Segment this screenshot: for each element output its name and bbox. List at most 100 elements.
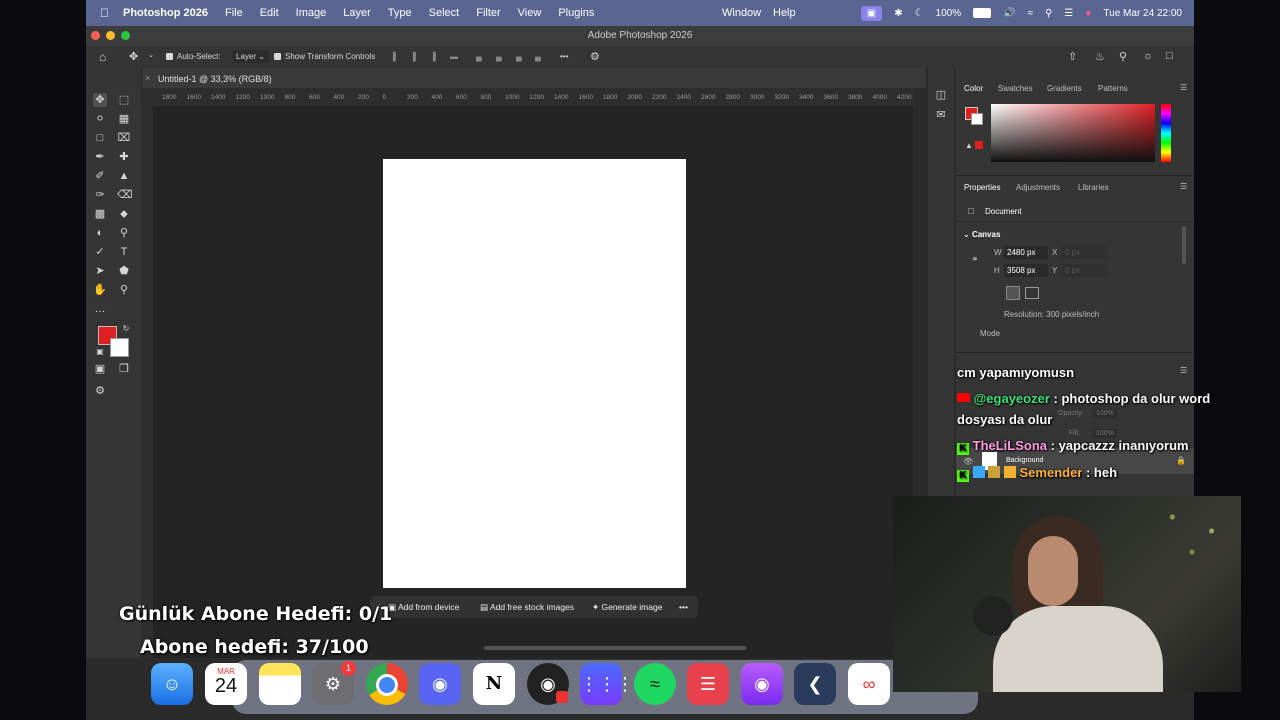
align-left-icon[interactable]: ▐ [390,52,396,61]
menu-plugins[interactable]: Plugins [558,7,594,19]
distribute-icon[interactable]: ▬ [450,52,458,61]
y-field[interactable]: 0 px [1062,264,1106,277]
edit-toolbar-icon[interactable]: … [93,302,107,316]
default-colors-icon[interactable]: ▣ [93,345,107,359]
add-stock-images-button[interactable]: ▤ Add free stock images [480,602,574,613]
notifications-bell-icon[interactable]: ♨ [1095,50,1105,63]
panel-menu-icon[interactable]: ☰ [1180,182,1187,191]
shape-tool-icon[interactable]: ⬟ [117,264,131,278]
close-document-icon[interactable]: × [145,73,150,83]
document-canvas[interactable] [383,159,686,588]
background-color-swatch[interactable] [110,338,129,357]
tab-properties[interactable]: Properties [964,183,1000,192]
notion-icon[interactable]: N [473,663,515,705]
chrome-icon[interactable] [366,663,408,705]
tab-libraries[interactable]: Libraries [1078,183,1109,192]
quick-mask-icon[interactable]: ▣ [93,362,107,376]
siri-icon[interactable]: ● [1085,8,1091,19]
blur-tool-icon[interactable]: ⬥ [117,207,131,221]
document-tab[interactable]: Untitled-1 @ 33,3% (RGB/8) [158,74,272,84]
align-bottom-icon[interactable]: ▄ [516,52,522,61]
menu-select[interactable]: Select [429,7,460,19]
tab-patterns[interactable]: Patterns [1098,84,1128,93]
discord-icon[interactable]: ◉ [419,663,461,705]
history-brush-tool-icon[interactable]: ✑ [93,188,107,202]
settings-gear-icon[interactable]: ⚙ [590,50,600,63]
healing-brush-tool-icon[interactable]: ✚ [117,150,131,164]
volume-icon[interactable]: 🔊 [1003,8,1015,19]
add-from-device-button[interactable]: ▣ Add from device [388,602,459,613]
horizontal-scrollbar[interactable] [484,646,746,650]
home-icon[interactable]: ⌂ [99,50,106,64]
history-panel-icon[interactable]: ◫ [934,88,948,102]
share-icon[interactable]: ⇧ [1068,50,1077,63]
menu-edit[interactable]: Edit [260,7,279,19]
infinity-app-icon[interactable]: ∞ [848,663,890,705]
layers-panel-menu-icon[interactable]: ☰ [1180,366,1187,375]
panel-menu-icon[interactable]: ☰ [1180,83,1187,92]
screen-recorder-icon[interactable]: ◉ [741,663,783,705]
menu-view[interactable]: View [518,7,542,19]
hand-tool-icon[interactable]: ✋ [93,283,107,297]
vscode-like-icon[interactable]: ❮ [794,663,836,705]
lasso-tool-icon[interactable]: ⚪ [93,112,107,126]
align-top-icon[interactable]: ▄ [476,52,482,61]
extras-icon[interactable]: ⚙ [93,384,107,398]
spotify-icon[interactable]: ≈ [634,663,676,705]
eyedropper-tool-icon[interactable]: ✒ [93,150,107,164]
screen-mode-icon[interactable]: ❐ [117,362,131,376]
swap-colors-icon[interactable]: ↻ [119,322,133,336]
tab-adjustments[interactable]: Adjustments [1016,183,1060,192]
tab-gradients[interactable]: Gradients [1047,84,1082,93]
discover-icon[interactable]: ☼ [1143,50,1153,62]
path-selection-tool-icon[interactable]: ➤ [93,264,107,278]
bitwarden-stack-icon[interactable]: ☰ [687,663,729,705]
type-tool-icon[interactable]: T [117,245,131,259]
portrait-orientation-icon[interactable] [1006,286,1020,300]
calendar-icon[interactable]: MAR 24 [205,663,247,705]
notes-icon[interactable] [259,663,301,705]
menu-help[interactable]: Help [773,7,796,19]
battery-icon[interactable] [973,8,992,18]
properties-scrollbar[interactable] [1182,226,1186,264]
menu-type[interactable]: Type [388,7,412,19]
crop-tool-icon[interactable]: □ [93,131,107,145]
width-field[interactable]: 2480 px [1004,246,1048,259]
gamut-swatch[interactable] [975,141,983,149]
object-select-tool-icon[interactable]: ▦ [117,112,131,126]
screen-mirror-icon[interactable]: ▣ [860,5,883,21]
align-middle-icon[interactable]: ▄ [496,52,502,61]
generate-image-button[interactable]: ✦ Generate image [592,602,662,613]
link-proportions-icon[interactable]: ⚭ [971,254,979,265]
more-options-button[interactable]: ••• [560,52,568,61]
auto-select-checkbox[interactable]: Auto-Select: [166,52,221,61]
menu-file[interactable]: File [225,7,243,19]
clone-stamp-tool-icon[interactable]: ▲ [117,169,131,183]
color-field[interactable] [991,104,1155,162]
marquee-tool-icon[interactable]: ⬚ [117,93,131,107]
move-tool-icon[interactable]: ✥ [93,93,107,107]
pen-path-tool-icon[interactable]: ✓ [93,245,107,259]
bluetooth-icon[interactable]: ✱ [894,8,902,19]
brush-tool-icon[interactable]: ✐ [93,169,107,183]
height-field[interactable]: 3508 px [1004,264,1048,277]
auto-select-dropdown[interactable]: Layer ⌄ [232,50,269,63]
apple-logo-icon[interactable]:  [100,6,109,20]
pen-tool-icon[interactable]: ⚲ [117,226,131,240]
fill-field[interactable]: 100% [1093,429,1117,438]
finder-icon[interactable]: ☺ [151,663,193,705]
opacity-field[interactable]: 100% [1093,409,1117,418]
menu-app-name[interactable]: Photoshop 2026 [123,7,208,19]
eraser-tool-icon[interactable]: ⌫ [117,188,133,202]
menu-clock[interactable]: Tue Mar 24 22:00 [1103,8,1182,19]
focus-icon[interactable]: ☾ [915,8,924,19]
search-icon[interactable]: ⚲ [1119,50,1127,63]
control-center-icon[interactable]: ☰ [1064,8,1073,19]
tab-color[interactable]: Color [964,84,983,93]
distribute-vertical-icon[interactable]: ▄ [535,52,541,61]
menu-window[interactable]: Window [722,7,761,19]
wifi-icon[interactable]: ≈ [1028,8,1034,19]
launchpad-icon[interactable]: ⋮⋮⋮ [580,663,634,705]
gradient-tool-icon[interactable]: ▩ [93,207,107,221]
align-right-icon[interactable]: ▐ [430,52,436,61]
